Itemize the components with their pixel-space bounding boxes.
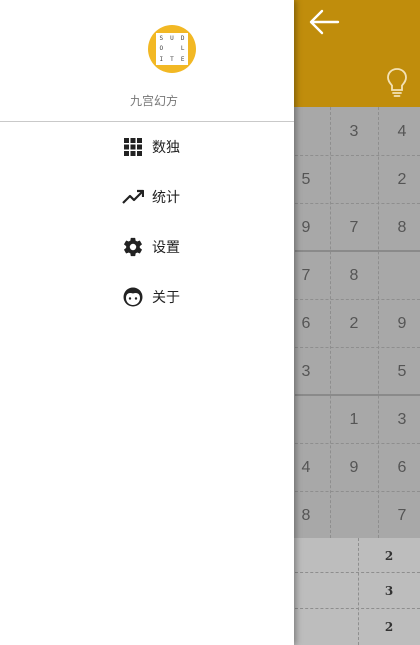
sudoku-cell[interactable] [378,252,420,300]
keypad-key[interactable]: 2 [358,609,420,645]
menu-item-label: 统计 [152,190,180,206]
logo-letter: T [170,56,174,64]
sudoku-cell[interactable]: 2 [378,156,420,204]
navigation-drawer: S U D O L I T E 九宫幻方 数独 统计 设置 关于 [0,0,294,645]
sudoku-cell[interactable]: 7 [330,204,378,252]
trending-up-icon [122,186,145,208]
sudoku-cell[interactable] [330,156,378,204]
sudoku-cell[interactable]: 8 [378,204,420,252]
lightbulb-icon[interactable] [384,66,410,100]
app-logo: S U D O L I T E [148,25,196,73]
drawer-header: S U D O L I T E 九宫幻方 [0,0,294,122]
face-icon [122,286,144,308]
menu-item-sudoku[interactable]: 数独 [0,123,294,173]
sudoku-cell[interactable]: 3 [378,396,420,444]
logo-letter: I [159,56,164,64]
menu-item-label: 数独 [152,140,180,156]
app-name: 九宫幻方 [129,94,178,108]
sudoku-cell[interactable]: 9 [378,300,420,348]
sudoku-cell[interactable] [330,348,378,396]
back-arrow-icon[interactable] [306,6,342,38]
gear-icon [122,236,144,258]
logo-letter: U [170,34,174,42]
keypad-key[interactable]: 3 [358,573,420,609]
logo-letter: E [180,56,185,64]
menu-item-stats[interactable]: 统计 [0,173,294,223]
menu-item-settings[interactable]: 设置 [0,223,294,273]
logo-letter: D [180,34,185,42]
sudoku-cell[interactable]: 8 [330,252,378,300]
menu-item-about[interactable]: 关于 [0,273,294,323]
keypad-key[interactable]: 2 [358,538,420,574]
logo-letters: S U D O L I T E [156,33,188,65]
sudoku-cell[interactable]: 4 [378,108,420,156]
sudoku-cell[interactable]: 9 [330,444,378,492]
sudoku-cell[interactable]: 3 [330,108,378,156]
sudoku-cell[interactable]: 2 [330,300,378,348]
logo-letter: O [159,45,164,53]
sudoku-cell[interactable]: 7 [378,492,420,540]
grid-icon [122,136,144,158]
logo-letter: L [180,45,185,53]
logo-letter: S [159,34,164,42]
logo-letter [167,44,178,55]
menu-item-label: 设置 [152,240,180,256]
menu-item-label: 关于 [152,290,180,306]
sudoku-cell[interactable] [330,492,378,540]
sudoku-cell[interactable]: 6 [378,444,420,492]
sudoku-cell[interactable]: 1 [330,396,378,444]
sudoku-cell[interactable]: 5 [378,348,420,396]
